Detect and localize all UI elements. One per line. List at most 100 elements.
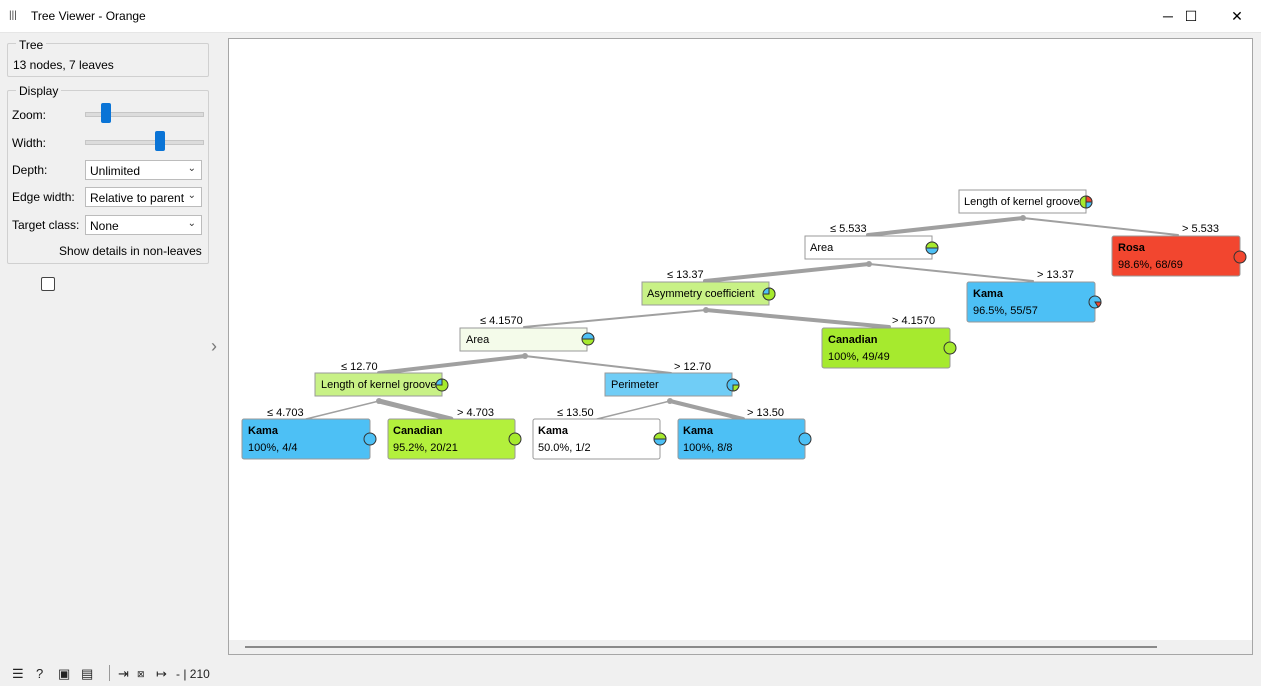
node-label: Length of kernel groove bbox=[321, 379, 437, 391]
orange-logo-icon: ꔖ bbox=[9, 8, 17, 23]
leaf-node-n10[interactable]: Kama 100%, 4/4 bbox=[241, 418, 371, 460]
save-icon[interactable]: ▣ bbox=[58, 666, 70, 682]
tree-summary: 13 nodes, 7 leaves bbox=[13, 58, 114, 72]
edge-n2-n5 bbox=[868, 263, 1034, 282]
edge-label: > 4.703 bbox=[457, 407, 494, 419]
edge-label: ≤ 12.70 bbox=[341, 361, 378, 373]
horizontal-scrollbar[interactable] bbox=[229, 640, 1252, 654]
edge-label: ≤ 13.50 bbox=[557, 407, 594, 419]
leaf-node-n11[interactable]: Canadian 95.2%, 20/21 bbox=[387, 418, 516, 460]
instance-count: - | 210 bbox=[176, 667, 210, 681]
pie-chart-icon bbox=[943, 341, 957, 355]
edge-n8-n11 bbox=[376, 398, 454, 422]
chevron-down-icon: ⌄ bbox=[187, 163, 196, 174]
edge-n6-n8 bbox=[377, 354, 527, 375]
edge-n2-n4 bbox=[703, 262, 871, 283]
output-icon[interactable]: ↦ bbox=[156, 666, 167, 682]
edge-n6-n9 bbox=[524, 355, 672, 374]
tree-canvas[interactable]: ≤ 5.533 > 5.533 ≤ 13.37 > 13.37 ≤ 4.1570… bbox=[228, 38, 1253, 655]
scrollbar-thumb[interactable] bbox=[245, 646, 1157, 648]
pie-chart-icon bbox=[508, 432, 522, 446]
leaf-class: Kama bbox=[248, 425, 279, 437]
edge-label: ≤ 13.37 bbox=[667, 269, 704, 281]
tree-group-title: Tree bbox=[16, 38, 47, 52]
leaf-stat: 100%, 49/49 bbox=[828, 351, 890, 363]
edge-label: > 4.1570 bbox=[892, 315, 935, 327]
help-icon[interactable]: ? bbox=[36, 666, 43, 681]
depth-value: Unlimited bbox=[90, 164, 141, 178]
leaf-node-n12[interactable]: Kama 50.0%, 1/2 bbox=[532, 418, 661, 460]
menu-icon[interactable]: ☰ bbox=[12, 666, 24, 682]
edge-n8-n10 bbox=[305, 400, 380, 420]
leaf-class: Kama bbox=[973, 288, 1004, 300]
leaf-stat: 96.5%, 55/57 bbox=[973, 305, 1038, 317]
edge-n4-n6 bbox=[523, 309, 707, 328]
edge-width-combo[interactable]: Relative to parent ⌄ bbox=[85, 187, 202, 207]
target-class-value: None bbox=[90, 219, 119, 233]
leaf-node-n5[interactable]: Kama 96.5%, 55/57 bbox=[966, 281, 1096, 323]
width-slider-handle[interactable] bbox=[154, 131, 165, 151]
edge-n9-n13 bbox=[668, 399, 745, 421]
zoom-slider-handle[interactable] bbox=[101, 103, 112, 123]
collapse-panel-icon[interactable]: › bbox=[211, 336, 217, 357]
leaf-stat: 50.0%, 1/2 bbox=[538, 442, 591, 454]
leaf-stat: 100%, 4/4 bbox=[248, 442, 298, 454]
node-label: Length of kernel groove bbox=[964, 196, 1080, 208]
title-bar: ꔖ Tree Viewer - Orange ─ ☐ ✕ bbox=[0, 0, 1261, 33]
split-node-n9[interactable]: Perimeter bbox=[604, 372, 733, 397]
chevron-down-icon: ⌄ bbox=[187, 218, 196, 229]
split-node-n6[interactable]: Area bbox=[459, 327, 588, 352]
close-icon: ✕ bbox=[1231, 7, 1243, 24]
split-dot bbox=[866, 261, 872, 267]
pie-chart-icon bbox=[925, 241, 939, 255]
leaf-node-n3[interactable]: Rosa 98.6%, 68/69 bbox=[1111, 235, 1241, 277]
pie-chart-icon bbox=[1079, 195, 1093, 209]
leaf-stat: 100%, 8/8 bbox=[683, 442, 733, 454]
pie-chart-icon bbox=[435, 378, 449, 392]
edge-label: > 13.37 bbox=[1037, 269, 1074, 281]
show-details-checkbox[interactable] bbox=[41, 277, 55, 291]
edge-n1-n2 bbox=[866, 216, 1025, 237]
pie-chart-icon bbox=[798, 432, 812, 446]
edge-label: ≤ 4.1570 bbox=[480, 315, 523, 327]
chevron-down-icon: ⌄ bbox=[187, 190, 196, 201]
split-dot bbox=[667, 398, 673, 404]
status-bar: ☰ ? ▣ ▤ ⇥ ⊠ ↦ - | 210 bbox=[0, 660, 1261, 686]
input-icon[interactable]: ⇥ bbox=[118, 666, 129, 682]
edge-label: > 5.533 bbox=[1182, 223, 1219, 235]
maximize-button[interactable]: ☐ bbox=[1168, 0, 1214, 32]
node-label: Asymmetry coefficient bbox=[647, 288, 754, 300]
split-node-n4[interactable]: Asymmetry coefficient bbox=[641, 281, 770, 306]
data-table-icon: ⊠ bbox=[137, 669, 145, 679]
edge-label: > 12.70 bbox=[674, 361, 711, 373]
leaf-node-n7[interactable]: Canadian 100%, 49/49 bbox=[821, 327, 951, 369]
split-node-n1[interactable]: Length of kernel groove bbox=[958, 189, 1087, 214]
depth-label: Depth: bbox=[12, 163, 48, 177]
pie-chart-icon bbox=[581, 332, 595, 346]
report-icon[interactable]: ▤ bbox=[81, 666, 93, 682]
edge-width-label: Edge width: bbox=[12, 190, 75, 204]
split-dot bbox=[703, 307, 709, 313]
edge-label: ≤ 4.703 bbox=[267, 407, 304, 419]
display-group-title: Display bbox=[16, 84, 62, 98]
pie-chart-icon bbox=[363, 432, 377, 446]
split-dot bbox=[376, 398, 382, 404]
edge-n4-n7 bbox=[704, 308, 891, 329]
depth-combo[interactable]: Unlimited ⌄ bbox=[85, 160, 202, 180]
split-node-n8[interactable]: Length of kernel groove bbox=[314, 372, 443, 397]
divider bbox=[109, 665, 110, 681]
width-slider[interactable] bbox=[85, 140, 204, 145]
split-node-n2[interactable]: Area bbox=[804, 235, 933, 260]
zoom-label: Zoom: bbox=[12, 108, 47, 122]
edge-label: > 13.50 bbox=[747, 407, 784, 419]
node-label: Area bbox=[466, 334, 490, 346]
leaf-class: Canadian bbox=[393, 425, 443, 437]
close-button[interactable]: ✕ bbox=[1214, 0, 1260, 32]
node-label: Perimeter bbox=[611, 379, 659, 391]
target-class-combo[interactable]: None ⌄ bbox=[85, 215, 202, 235]
leaf-node-n13[interactable]: Kama 100%, 8/8 bbox=[677, 418, 806, 460]
pie-chart-icon bbox=[762, 287, 776, 301]
leaf-class: Kama bbox=[538, 425, 569, 437]
control-panel: Tree 13 nodes, 7 leaves Display Zoom: Wi… bbox=[0, 33, 215, 653]
target-class-label: Target class: bbox=[12, 218, 80, 232]
